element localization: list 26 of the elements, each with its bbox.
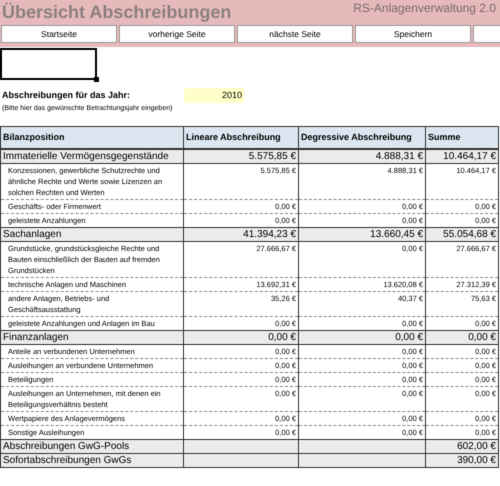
selected-cell[interactable] [0, 48, 97, 80]
app-name: RS-Anlagenverwaltung 2.0 [353, 0, 497, 16]
nav-button[interactable]: Speichern [355, 25, 471, 43]
amount-cell: 390,00 € [426, 453, 498, 467]
amount-cell: 41.394,23 € [184, 227, 298, 241]
column-header: Bilanzposition [0, 126, 184, 148]
row-label: Sachanlagen [0, 227, 184, 241]
column-header: Degressive Abschreibung [298, 126, 426, 148]
year-label: Abschreibungen für das Jahr: [1, 88, 132, 102]
amount-cell: 602,00 € [426, 439, 498, 453]
row-label: Finanzanlagen [0, 330, 184, 344]
amount-cell: 0,00 € [426, 330, 498, 344]
year-input[interactable]: 2010 [184, 88, 244, 103]
row-label: Abschreibungen GwG-Pools [0, 439, 184, 453]
column-header: Summe [426, 126, 498, 148]
amount-cell: 13.660,45 € [298, 227, 426, 241]
page-title: Übersicht Abschreibungen [2, 1, 232, 24]
fill-handle[interactable] [94, 77, 99, 82]
amount-cell: 55.054,68 € [426, 227, 498, 241]
amount-cell: 0,00 € [298, 330, 426, 344]
amount-cell: 0,00 € [184, 330, 298, 344]
nav-button[interactable]: Startseite [1, 25, 117, 43]
nav-button[interactable]: vorherige Seite [119, 25, 235, 43]
nav-button[interactable]: nächste Seite [237, 25, 353, 43]
row-label: Sofortabschreibungen GwGs [0, 453, 184, 467]
column-header: Lineare Abschreibung [184, 126, 298, 148]
